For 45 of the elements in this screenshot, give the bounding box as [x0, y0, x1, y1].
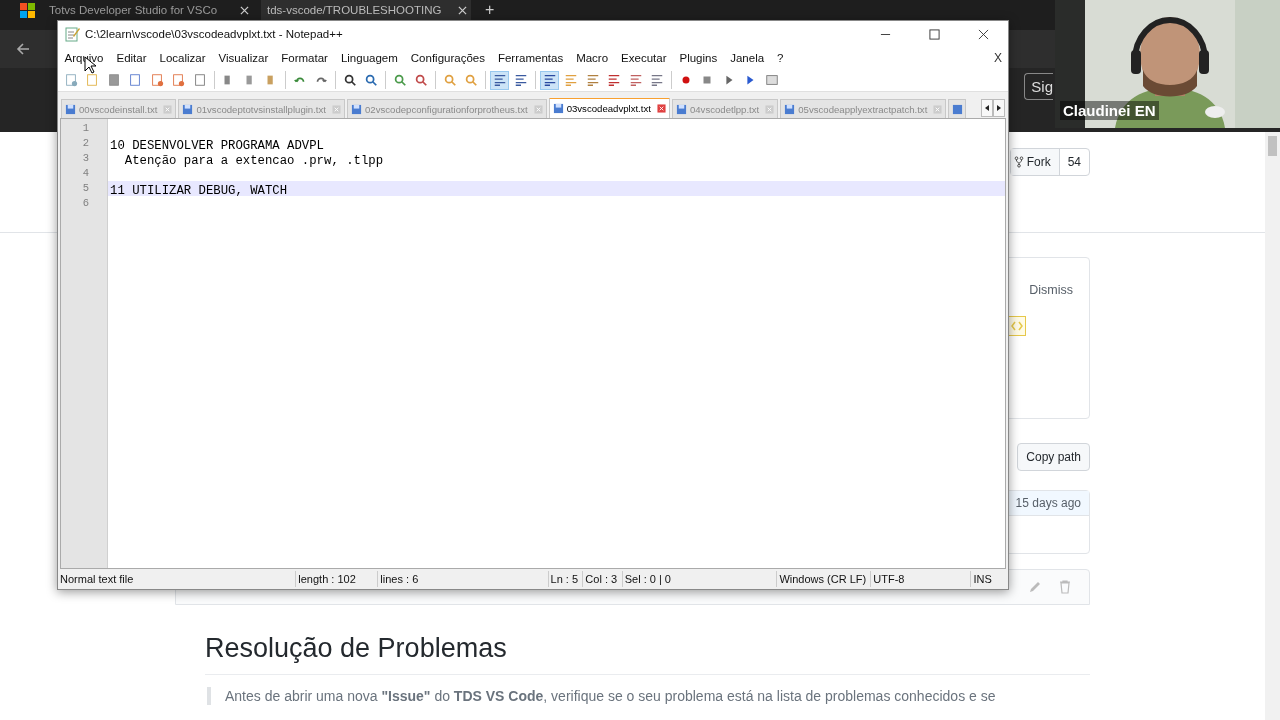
fork-count: 54 [1066, 154, 1082, 171]
browser-tab[interactable]: Totvs Developer Studio for VSCo [43, 0, 253, 20]
line-number: 1 [82, 121, 90, 136]
status-text: UTF-8 [871, 571, 972, 587]
status-text: lines : 6 [378, 571, 549, 587]
line-number: 3 [82, 151, 90, 166]
section-heading: Resolução de Problemas [205, 633, 1090, 675]
menu-item[interactable]: Arquivo [58, 52, 110, 64]
sign-button[interactable]: Sig [1024, 72, 1053, 100]
menu-item[interactable]: Editar [110, 52, 154, 64]
close-document-button[interactable]: X [994, 51, 1008, 65]
line-number: 4 [82, 166, 90, 181]
line-number: 5 [82, 181, 90, 196]
status-text: Ln : 5 [548, 571, 584, 587]
status-text: Windows (CR LF) [777, 571, 872, 587]
status-text: Col : 3 [583, 571, 623, 587]
menu-item[interactable]: Linguagem [334, 52, 405, 64]
status-text: Sel : 0 | 0 [622, 571, 778, 587]
dismiss-button[interactable]: Dismiss [1029, 283, 1073, 297]
status-text: length : 102 [296, 571, 379, 587]
menu-item[interactable]: Janela [723, 52, 771, 64]
status-text: INS [972, 572, 993, 587]
menu-item[interactable]: Executar [614, 52, 673, 64]
code-line: Atenção para a extencao .prw, .tlpp [123, 154, 384, 168]
line-number: 2 [82, 136, 90, 151]
window-title: C:\2learn\vscode\03vscodeadvplxt.txt - Notepad++ [85, 28, 343, 40]
new-tab-button[interactable]: + [485, 0, 495, 19]
copy-path-button[interactable]: Copy path [1017, 443, 1090, 471]
file-tab[interactable]: 03vscodeadvplxt.txt [548, 98, 670, 118]
code-line: 10 DESENVOLVER PROGRAMA ADVPL [110, 139, 324, 153]
browser-tab[interactable]: tds-vscode/TROUBLESHOOTING [261, 0, 471, 20]
commit-age: 15 days ago [1015, 496, 1081, 510]
menu-item[interactable]: Localizar [153, 52, 213, 64]
menu-item[interactable]: Macro [569, 52, 615, 64]
menu-item[interactable]: Ferramentas [491, 52, 570, 64]
fork-button[interactable]: Fork [1010, 149, 1060, 175]
code-line: 11 UTILIZAR DEBUG, WATCH [110, 184, 288, 198]
line-number: 6 [82, 196, 90, 211]
menu-item[interactable]: Plugins [673, 52, 724, 64]
menu-item[interactable]: Formatar [274, 52, 335, 64]
menu-item[interactable]: Configurações [404, 52, 492, 64]
menu-item[interactable]: Visualizar [212, 52, 275, 64]
paragraph: Antes de abrir uma nova "Issue" do TDS VS Code, verifique se o seu problema está na lista de problemas conhecidos e se [225, 688, 996, 704]
status-text: Normal text file [58, 571, 297, 587]
menu-item[interactable]: ? [770, 52, 790, 64]
